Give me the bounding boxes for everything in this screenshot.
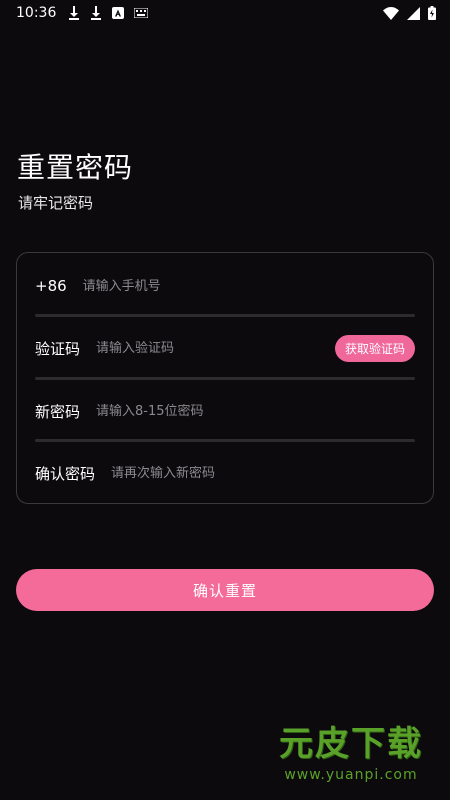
keyboard-icon — [134, 8, 149, 18]
status-time: 10:36 — [16, 5, 57, 21]
status-icons-right — [383, 6, 436, 20]
code-input[interactable] — [96, 340, 335, 356]
confirm-password-row: 确认密码 — [35, 442, 415, 504]
new-password-label: 新密码 — [35, 402, 81, 421]
confirm-password-label: 确认密码 — [35, 464, 96, 483]
status-bar: 10:36 — [0, 0, 450, 26]
download-icon — [68, 6, 80, 20]
watermark: 元皮下载 www.yuanpi.com — [266, 722, 436, 792]
wifi-icon — [383, 6, 399, 20]
battery-icon — [428, 6, 436, 20]
get-code-button[interactable]: 获取验证码 — [334, 334, 415, 362]
reset-form-card: +86 验证码 获取验证码 新密码 确认密码 — [16, 252, 434, 504]
country-code-label[interactable]: +86 — [35, 277, 67, 295]
watermark-url: www.yuanpi.com — [284, 767, 418, 783]
watermark-logo: 元皮下载 — [279, 724, 423, 764]
signal-icon — [407, 6, 420, 20]
app-a-icon — [112, 7, 125, 19]
code-label: 验证码 — [35, 339, 81, 358]
confirm-password-input[interactable] — [111, 465, 415, 481]
confirm-reset-button[interactable]: 确认重置 — [16, 569, 434, 611]
status-icons-left — [68, 6, 149, 20]
phone-row: +86 — [35, 255, 415, 317]
page-title: 重置密码 — [17, 151, 134, 184]
download-icon — [90, 6, 102, 20]
new-password-row: 新密码 — [35, 380, 415, 442]
page-subtitle: 请牢记密码 — [18, 194, 94, 212]
new-password-input[interactable] — [96, 403, 415, 419]
code-row: 验证码 获取验证码 — [35, 317, 415, 379]
phone-input[interactable] — [82, 278, 415, 294]
